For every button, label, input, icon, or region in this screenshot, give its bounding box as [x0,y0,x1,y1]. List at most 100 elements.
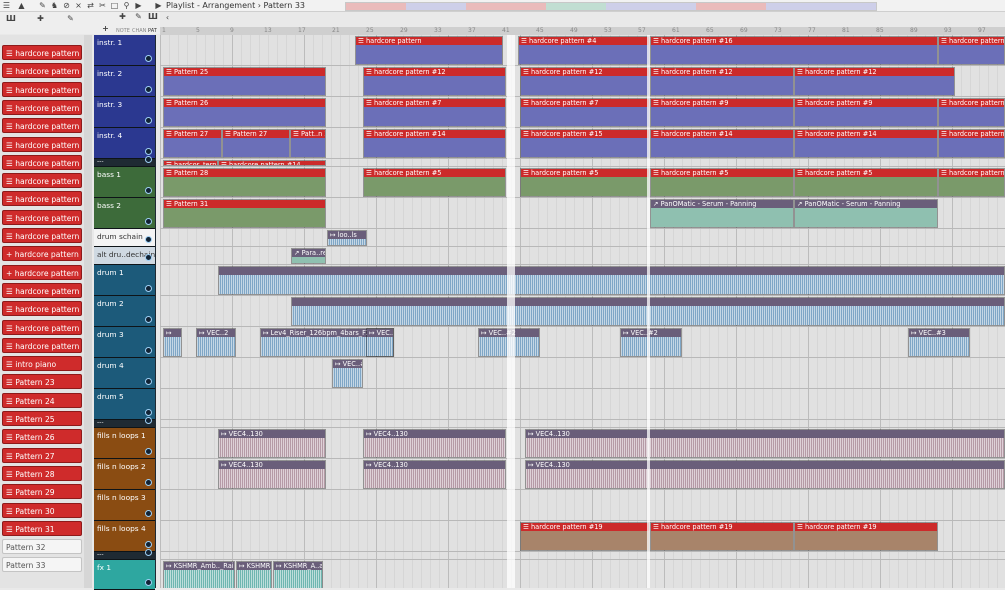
track-header[interactable]: fills n loops 1 [94,428,155,459]
track-header[interactable]: drum 2 [94,296,155,327]
pattern-list-item[interactable]: ☰ Pattern 23 [2,374,82,390]
arrangement-overview[interactable] [345,2,877,11]
track-enable-icon[interactable] [145,187,152,194]
playlist-clip[interactable]: ↦ VEC4..130 [525,460,1005,489]
playlist-clip[interactable]: ↦ KSHMR_A..ainfall [273,561,323,588]
playlist-clip[interactable]: ☰ Pattern 26 [163,98,326,127]
track-header[interactable]: fills n loops 4 [94,521,155,552]
pattern-list-item[interactable]: ☰ hardcore pattern #21 [2,228,82,243]
track-enable-icon[interactable] [145,347,152,354]
playlist-clip[interactable] [218,266,1005,295]
pattern-list-item[interactable]: ☰ hardcore pattern #12 [2,209,82,225]
slice-icon[interactable]: ✂ [98,1,107,10]
mute-icon[interactable]: × [74,1,83,10]
delete-icon[interactable]: ⊘ [62,1,71,10]
playlist-clip[interactable]: ☰ hardcore pattern #19 [794,522,938,551]
pattern-list-item[interactable]: ☰ Pattern 30 [2,502,82,518]
pattern-list-item[interactable]: ☰ hardcore pattern #6 [2,81,82,97]
draw-pattern-icon[interactable]: ✎ [134,12,143,21]
paint-icon[interactable]: ♞ [50,1,59,10]
playlist-clip[interactable]: ☰ Pattern 31 [163,199,326,228]
playlist-clip[interactable]: ☰ hardcore pattern #12 [363,67,506,96]
playlist-clip[interactable]: ↦ VEC..#4 [332,359,363,388]
pattern-list-item[interactable]: ☰ Pattern 31 [2,520,82,536]
track-header[interactable]: --- [94,417,155,428]
zoom-icon[interactable]: ⚲ [122,1,131,10]
track-header[interactable]: drum 3 [94,327,155,358]
edit-icon[interactable]: ✎ [66,14,75,23]
pattern-list-item[interactable]: ☰ Pattern 29 [2,484,82,500]
playlist-clip[interactable]: ☰ hardcore pattern #12 [520,67,650,96]
playlist-clip[interactable]: ↦ VEC4..130 [218,460,326,489]
playlist-clip[interactable]: ☰ hardcore pattern #5 [794,168,938,197]
pattern-list-item[interactable]: ☰ hardcore pattern #10 [2,173,82,189]
playlist-clip[interactable]: ☰ hardcore pattern #5 [363,168,506,197]
playlist-clip[interactable]: ↦ VEC..04 [366,328,394,357]
pattern-list-scrollbar[interactable] [84,35,92,588]
picker-mode-icon[interactable]: Ш [148,12,158,21]
track-enable-icon[interactable] [145,409,152,416]
track-enable-icon[interactable] [145,285,152,292]
playlist-clip[interactable]: ☰ Pattern 27 [222,129,290,158]
playlist-clip[interactable]: ☰ hardcore pattern #1 [938,129,1005,158]
picker-icon[interactable]: Ш [6,14,16,23]
playlist-clip[interactable]: ☰ hardcore pattern #14 [794,129,938,158]
track-header[interactable]: instr. 2 [94,66,155,97]
track-enable-icon[interactable] [145,86,152,93]
pattern-list-item[interactable]: Pattern 32 [2,539,82,555]
track-enable-icon[interactable] [145,218,152,225]
pattern-list-item[interactable]: Pattern 33 [2,557,82,573]
track-enable-icon[interactable] [145,541,152,548]
add-track-icon[interactable]: ✚ [36,14,45,23]
select-icon[interactable]: □ [110,1,119,10]
playlist-clip[interactable]: ☰ hardcore pattern #19 [520,522,650,551]
playlist-clip[interactable]: ☰ hardcore pattern #7 [520,98,650,127]
playlist-clip[interactable]: ↦ [163,328,182,357]
pattern-list-item[interactable]: + hardcore pattern #18 [2,246,82,262]
track-enable-icon[interactable] [145,448,152,455]
track-enable-icon[interactable] [145,579,152,586]
track-header[interactable]: --- [94,156,155,167]
playlist-clip[interactable]: ☰ hardcore pattern #9 [650,98,794,127]
playlist-clip[interactable]: ☰ Pattern 27 [163,129,222,158]
playlist-clip[interactable]: ☰ hardcore pattern [938,36,1005,65]
playlist-clip[interactable]: ☰ Pattern 28 [163,168,326,197]
track-header[interactable]: --- [94,549,155,560]
pattern-list-item[interactable]: ☰ Pattern 24 [2,392,82,408]
playlist-clip[interactable]: ↦ KSHMR_Amb.._Rainfall [163,561,235,588]
playlist-clip[interactable]: ↦ VEC4..130 [363,429,506,458]
track-header[interactable]: drum 5 [94,389,155,420]
pattern-list-item[interactable]: ☰ hardcore pattern #11 [2,191,82,207]
track-header[interactable]: alt dru..dechain [94,247,155,265]
pattern-list-item[interactable]: ☰ Pattern 28 [2,465,82,481]
track-enable-icon[interactable] [145,254,152,261]
playlist-clip[interactable]: ☰ hardcor..tern #14 [163,160,218,166]
playlist-clip[interactable]: ↗ PanOMatic - Serum - Panning [650,199,794,228]
track-enable-icon[interactable] [145,117,152,124]
track-header[interactable]: bass 2 [94,198,155,229]
track-enable-icon[interactable] [145,156,152,163]
pattern-list-item[interactable]: ☰ hardcore pattern #14 [2,282,82,298]
pattern-list-item[interactable]: ☰ Pattern 25 [2,411,82,426]
track-enable-icon[interactable] [145,549,152,556]
playlist-clip[interactable]: ☰ hardcore pattern #14 [650,129,794,158]
draw-icon[interactable]: ✎ [38,1,47,10]
track-header[interactable]: bass 1 [94,167,155,198]
pattern-list-item[interactable]: ☰ hardcore pattern #16 [2,319,82,335]
track-header[interactable]: fills n loops 3 [94,490,155,521]
pattern-list-item[interactable]: ☰ intro piano [2,356,82,372]
playlist-clip[interactable]: ☰ hardcore pattern #6 [938,168,1005,197]
playback-icon[interactable]: ▶ [134,1,143,10]
window-menu-icon[interactable]: ☰ [2,1,11,10]
playlist-clip[interactable]: ☰ hardcore pattern [355,36,503,65]
pattern-list-item[interactable]: ☰ hardcore pattern #8 [2,136,82,152]
pattern-list-item[interactable]: ☰ hardcore pattern #20 [2,99,82,115]
playlist-clip[interactable]: ☰ hardcore pattern #14 [363,129,506,158]
pattern-list-item[interactable]: ☰ Pattern 26 [2,429,82,445]
arrangement-arrow-icon[interactable]: ▶ [154,1,163,10]
playlist-clip[interactable]: ↦ VEC..2 [196,328,236,357]
playlist-grid[interactable]: ☰ hardcore pattern ☰ hardcore pattern #4 ☰… [160,35,1005,588]
pattern-list-item[interactable]: ☰ hardcore pattern #9 [2,154,82,170]
track-header[interactable]: fills n loops 2 [94,459,155,490]
track-enable-icon[interactable] [145,148,152,155]
